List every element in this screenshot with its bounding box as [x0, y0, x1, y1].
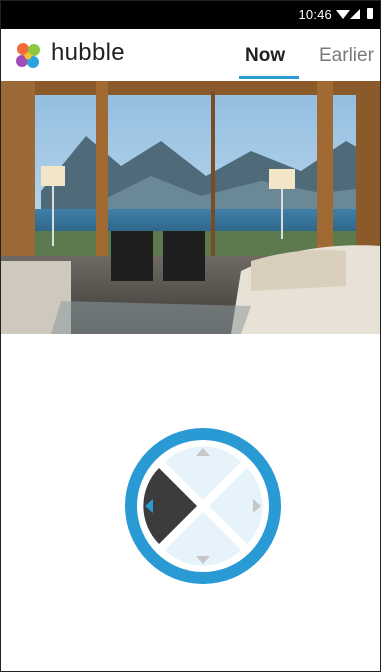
battery-icon — [367, 8, 373, 19]
signal-icon — [350, 9, 360, 19]
camera-live-view[interactable] — [1, 81, 380, 334]
pan-tilt-dpad[interactable] — [123, 426, 283, 586]
active-tab-indicator — [239, 76, 299, 79]
tab-now[interactable]: Now — [245, 45, 285, 67]
app-screen: 10:46 hubble Now Earlier — [0, 0, 381, 672]
hubble-logo-icon — [16, 43, 40, 68]
brand-name: hubble — [51, 39, 125, 66]
tab-earlier[interactable]: Earlier — [319, 45, 374, 67]
wifi-icon — [336, 10, 350, 19]
app-header: hubble Now Earlier — [1, 29, 380, 82]
camera-feed-image — [1, 81, 380, 334]
status-bar: 10:46 — [1, 1, 380, 29]
status-time: 10:46 — [298, 7, 332, 22]
